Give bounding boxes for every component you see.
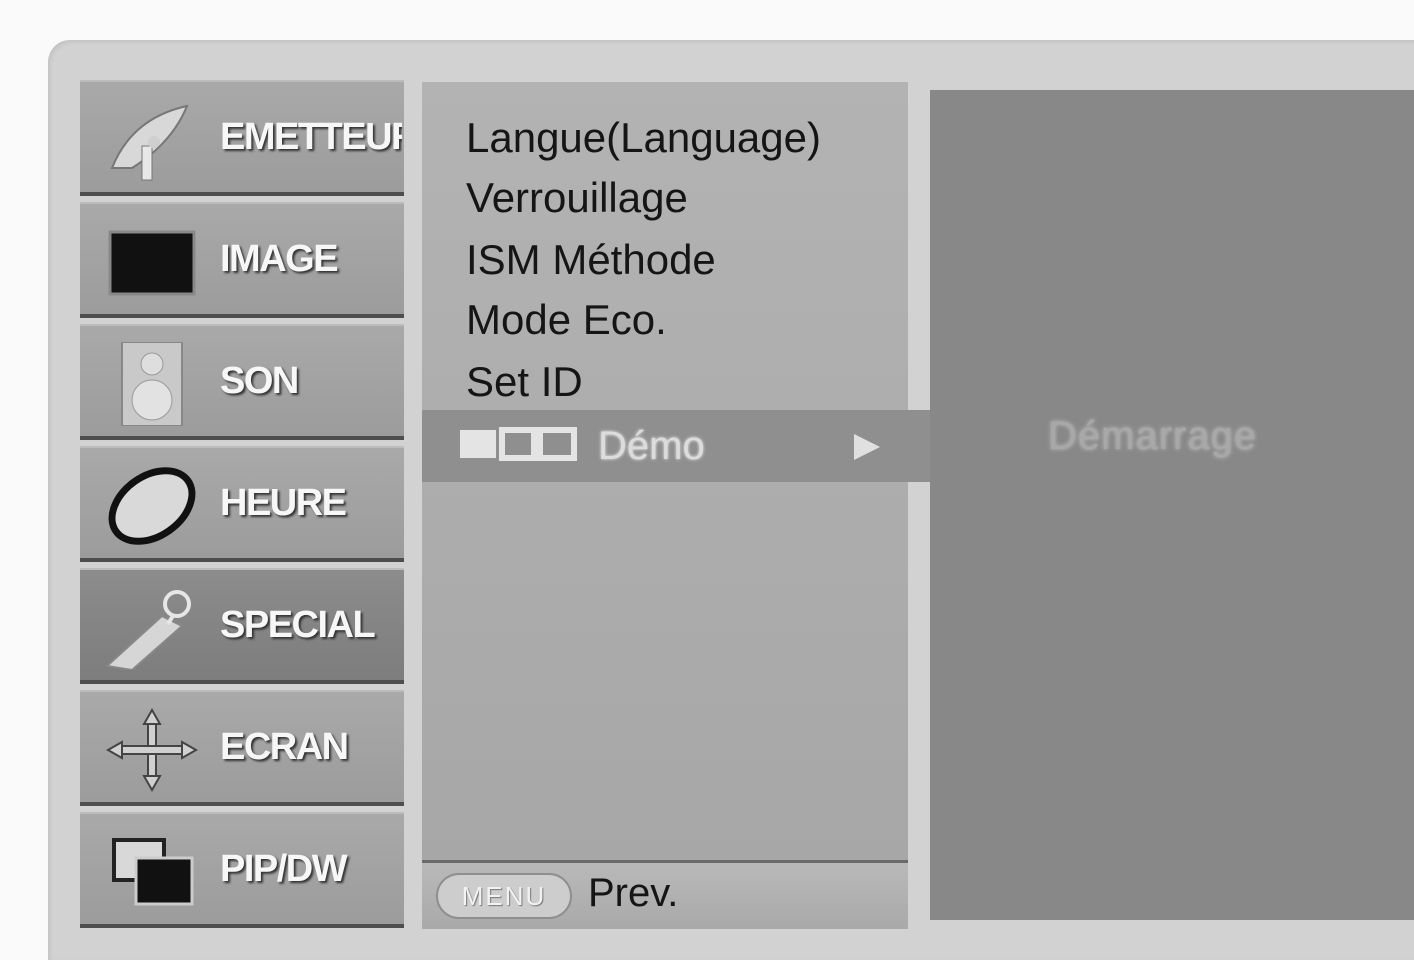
submenu-item-langue[interactable]: Langue(Language) xyxy=(466,114,821,162)
submenu-item-demo[interactable]: Démo xyxy=(422,410,932,482)
submenu-item-set-id[interactable]: Set ID xyxy=(466,358,583,406)
tab-heure[interactable]: HEURE xyxy=(80,446,404,562)
option-panel: Démarrage xyxy=(930,90,1414,920)
speaker-icon xyxy=(121,342,183,426)
menu-footer: MENU Prev. xyxy=(422,860,908,929)
tab-pip-dw[interactable]: PIP/DW xyxy=(80,812,404,928)
tab-special[interactable]: SPECIAL xyxy=(80,568,404,684)
tab-label: IMAGE xyxy=(220,237,339,280)
tab-label: EMETTEUR xyxy=(220,115,402,158)
submenu-item-verrouillage[interactable]: Verrouillage xyxy=(466,174,688,222)
tab-ecran[interactable]: ECRAN xyxy=(80,690,404,806)
demo-option-value[interactable]: Démarrage xyxy=(1048,414,1257,459)
picture-icon xyxy=(108,230,196,296)
move-arrows-icon xyxy=(105,708,199,792)
submenu-item-ism-methode[interactable]: ISM Méthode xyxy=(466,236,716,284)
demo-label: Démo xyxy=(598,423,705,468)
tab-label: ECRAN xyxy=(220,725,349,768)
tab-label: HEURE xyxy=(220,481,347,524)
arrow-right-icon xyxy=(854,434,880,460)
tab-label: SON xyxy=(220,359,299,402)
satellite-dish-icon xyxy=(110,104,189,181)
prev-label: Prev. xyxy=(588,871,679,915)
tab-emetteur[interactable]: EMETTEUR xyxy=(80,80,404,196)
tab-label: SPECIAL xyxy=(220,603,376,646)
tab-son[interactable]: SON xyxy=(80,324,404,440)
demo-icon xyxy=(460,427,577,461)
submenu-item-mode-eco[interactable]: Mode Eco. xyxy=(466,296,667,344)
pip-windows-icon xyxy=(112,838,194,906)
special-tag-icon xyxy=(104,590,191,670)
tab-label: PIP/DW xyxy=(220,847,348,890)
special-submenu: Langue(Language) Verrouillage ISM Méthod… xyxy=(422,82,932,862)
menu-button[interactable]: MENU xyxy=(436,873,572,919)
tab-image[interactable]: IMAGE xyxy=(80,202,404,318)
clock-icon xyxy=(108,467,196,545)
main-menu-sidebar: EMETTEUR IMAGE SON HEURE SPECIAL ECRAN P… xyxy=(80,80,410,940)
